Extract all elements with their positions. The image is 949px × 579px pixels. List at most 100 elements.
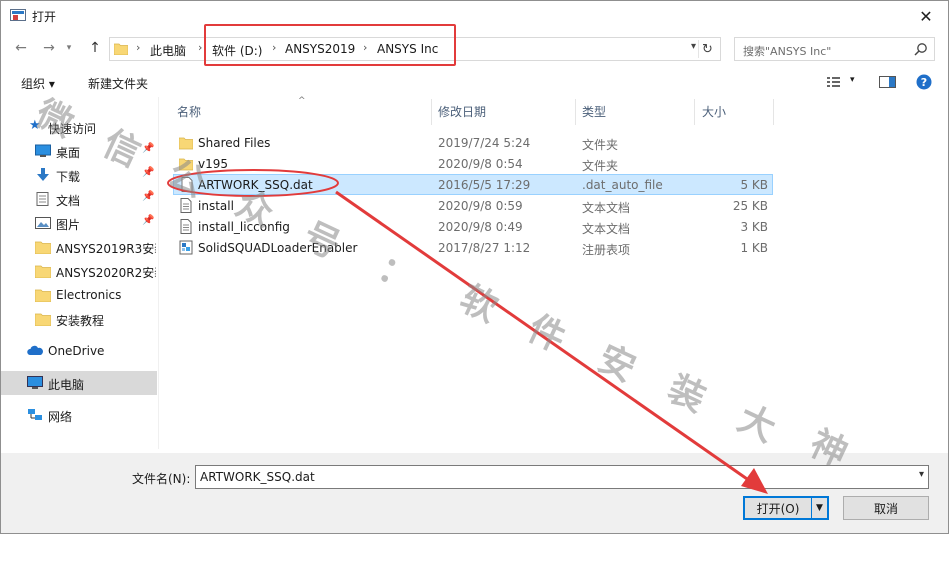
recent-locations-button[interactable]: ▾ bbox=[59, 38, 79, 58]
file-date: 2016/5/5 17:29 bbox=[438, 178, 531, 192]
back-arrow-icon: ← bbox=[15, 40, 27, 56]
star-icon: ★ bbox=[29, 118, 41, 133]
file-name: ARTWORK_SSQ.dat bbox=[198, 178, 313, 192]
column-header-name[interactable]: 名称 bbox=[177, 103, 201, 125]
folder-icon bbox=[179, 158, 193, 171]
pin-icon: 📌 bbox=[142, 167, 155, 178]
navigation-pane: ★ 快速访问 桌面 📌 下载 📌 文档 📌 图片 📌 ANSYS2019R3安装 bbox=[1, 97, 157, 449]
file-date: 2017/8/27 1:12 bbox=[438, 241, 531, 255]
folder-icon bbox=[35, 313, 51, 326]
sidebar-item-ansys2020r2[interactable]: ANSYS2020R2安装 bbox=[1, 259, 157, 283]
text-file-icon bbox=[180, 219, 192, 234]
file-date: 2019/7/24 5:24 bbox=[438, 136, 531, 150]
document-icon bbox=[36, 192, 49, 206]
column-divider[interactable] bbox=[575, 99, 576, 125]
pin-icon: 📌 bbox=[142, 191, 155, 202]
sidebar-item-label: 桌面 bbox=[56, 146, 81, 160]
up-arrow-icon: ↑ bbox=[89, 40, 101, 56]
chevron-down-icon[interactable]: ▾ bbox=[919, 469, 924, 480]
sidebar-item-label: 此电脑 bbox=[48, 378, 85, 392]
refresh-icon[interactable]: ↻ bbox=[698, 40, 716, 58]
help-icon[interactable]: ? bbox=[916, 74, 932, 90]
pin-icon: 📌 bbox=[142, 215, 155, 226]
file-name: install_licconfig bbox=[198, 220, 290, 234]
search-placeholder: 搜索"ANSYS Inc" bbox=[743, 45, 832, 58]
sidebar-item-network[interactable]: 网络 bbox=[1, 403, 157, 427]
network-icon bbox=[28, 409, 42, 420]
folder-icon bbox=[35, 265, 51, 278]
sidebar-item-label: 下载 bbox=[56, 170, 81, 184]
picture-icon bbox=[35, 217, 51, 229]
sidebar-item-this-pc[interactable]: 此电脑 bbox=[1, 371, 157, 395]
sidebar-item-install-tutorial[interactable]: 安装教程 bbox=[1, 307, 157, 331]
forward-arrow-icon: → bbox=[43, 40, 55, 56]
sidebar-item-label: 快速访问 bbox=[48, 122, 97, 136]
text-file-icon bbox=[180, 198, 192, 213]
cancel-button[interactable]: 取消 bbox=[843, 496, 929, 520]
close-button[interactable]: ✕ bbox=[904, 1, 948, 31]
folder-icon bbox=[35, 241, 51, 254]
sidebar-item-desktop[interactable]: 桌面 📌 bbox=[1, 139, 157, 163]
view-dropdown-icon[interactable]: ▾ bbox=[850, 75, 855, 85]
folder-icon bbox=[179, 137, 193, 150]
sidebar-item-downloads[interactable]: 下载 📌 bbox=[1, 163, 157, 187]
column-divider[interactable] bbox=[694, 99, 695, 125]
up-button[interactable]: ↑ bbox=[85, 38, 105, 58]
file-size: 25 KB bbox=[732, 199, 768, 213]
command-toolbar: 组织 ▾ 新建文件夹 ▾ ? bbox=[1, 67, 948, 97]
cancel-button-label: 取消 bbox=[873, 501, 898, 516]
open-file-dialog: 打开 ✕ ← → ▾ ↑ › 此电脑 › 软件 (D:) › ANSYS2019… bbox=[0, 0, 949, 534]
sidebar-item-documents[interactable]: 文档 📌 bbox=[1, 187, 157, 211]
open-button[interactable]: 打开(O) ▼ bbox=[743, 496, 829, 520]
column-header-size[interactable]: 大小 bbox=[702, 103, 726, 125]
sidebar-item-label: ANSYS2019R3安装 bbox=[56, 242, 156, 256]
dialog-footer: 文件名(N): ARTWORK_SSQ.dat ▾ 打开(O) ▼ 取消 bbox=[1, 453, 948, 533]
file-name: SolidSQUADLoaderEnabler bbox=[198, 241, 358, 255]
file-row-solidsquad[interactable]: SolidSQUADLoaderEnabler 2017/8/27 1:12 注… bbox=[173, 237, 773, 258]
folder-icon bbox=[35, 289, 51, 302]
svg-text:?: ? bbox=[921, 76, 927, 89]
sidebar-item-electronics[interactable]: Electronics bbox=[1, 283, 157, 307]
open-button-label: 打开(O) bbox=[756, 501, 800, 516]
file-name: Shared Files bbox=[198, 136, 271, 150]
sidebar-item-pictures[interactable]: 图片 📌 bbox=[1, 211, 157, 235]
file-row-v195[interactable]: v195 2020/9/8 0:54 文件夹 bbox=[173, 153, 773, 174]
organize-menu[interactable]: 组织 ▾ bbox=[21, 75, 55, 92]
open-dropdown-icon[interactable]: ▼ bbox=[811, 498, 827, 518]
sidebar-item-quick-access[interactable]: ★ 快速访问 bbox=[1, 115, 157, 139]
filename-label: 文件名(N): bbox=[132, 472, 191, 486]
sidebar-item-label: 安装教程 bbox=[56, 314, 105, 328]
new-folder-button[interactable]: 新建文件夹 bbox=[88, 75, 148, 92]
search-icon bbox=[914, 43, 927, 56]
sidebar-item-label: 图片 bbox=[56, 218, 81, 232]
cloud-icon bbox=[27, 345, 43, 355]
file-row-install-licconfig[interactable]: install_licconfig 2020/9/8 0:49 文本文档 3 K… bbox=[173, 216, 773, 237]
file-type: 文本文档 bbox=[582, 201, 631, 215]
address-dropdown-icon[interactable]: ▾ bbox=[691, 41, 696, 52]
file-type: 文件夹 bbox=[582, 138, 619, 152]
file-row-artwork-ssq[interactable]: ARTWORK_SSQ.dat 2016/5/5 17:29 .dat_auto… bbox=[173, 174, 773, 195]
filename-input[interactable]: ARTWORK_SSQ.dat ▾ bbox=[195, 465, 929, 489]
file-size: 3 KB bbox=[740, 220, 768, 234]
sort-ascending-icon: ^ bbox=[298, 96, 306, 106]
file-size: 5 KB bbox=[740, 178, 768, 192]
search-input[interactable]: 搜索"ANSYS Inc" bbox=[734, 37, 935, 61]
file-size: 1 KB bbox=[740, 241, 768, 255]
column-divider[interactable] bbox=[431, 99, 432, 125]
column-header-type[interactable]: 类型 bbox=[582, 103, 606, 125]
column-header-date[interactable]: 修改日期 bbox=[438, 103, 486, 125]
view-options-icon[interactable] bbox=[826, 75, 842, 89]
sidebar-item-onedrive[interactable]: OneDrive bbox=[1, 339, 157, 363]
file-row-shared-files[interactable]: Shared Files 2019/7/24 5:24 文件夹 bbox=[173, 132, 773, 153]
back-button[interactable]: ← bbox=[11, 38, 31, 58]
column-divider[interactable] bbox=[773, 99, 774, 125]
sidebar-item-ansys2019r3[interactable]: ANSYS2019R3安装 bbox=[1, 235, 157, 259]
sidebar-item-label: OneDrive bbox=[48, 344, 105, 358]
sidebar-item-label: Electronics bbox=[56, 288, 122, 302]
breadcrumb-this-pc[interactable]: 此电脑 bbox=[150, 42, 186, 59]
preview-pane-icon[interactable] bbox=[879, 75, 896, 89]
folder-icon bbox=[114, 43, 128, 55]
forward-button[interactable]: → bbox=[39, 38, 59, 58]
file-row-install[interactable]: install 2020/9/8 0:59 文本文档 25 KB bbox=[173, 195, 773, 216]
pane-divider[interactable] bbox=[158, 97, 159, 449]
